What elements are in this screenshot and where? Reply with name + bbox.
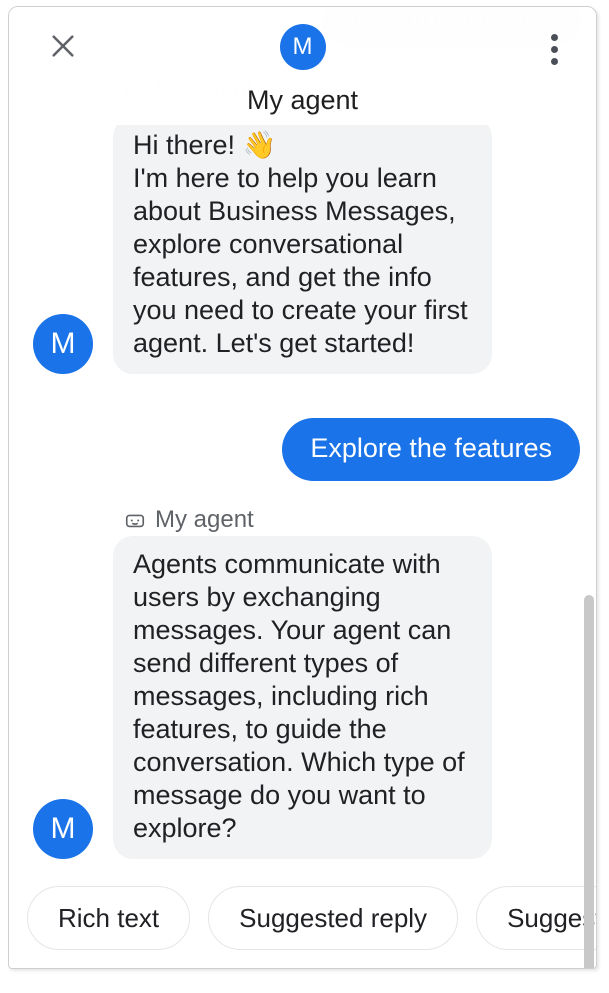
message-row: Explore the features <box>282 418 580 481</box>
more-vert-icon-dot-3 <box>550 57 558 65</box>
close-icon <box>47 30 79 65</box>
agent-message-bubble: Agents communicate with users by exchang… <box>113 536 492 859</box>
chat-window: Return to menu My agent <box>8 6 597 969</box>
header-avatar-initial: M <box>292 33 313 60</box>
robot-icon <box>124 509 146 531</box>
scrollbar[interactable] <box>584 125 596 968</box>
agent-name-label-text: My agent <box>155 506 254 533</box>
user-message-bubble: Explore the features <box>282 418 580 481</box>
suggestion-chip-suggested-action[interactable]: Suggested action <box>476 886 596 950</box>
avatar: M <box>33 314 93 374</box>
agent-message-bubble: Hi there! 👋 I'm here to help you learn a… <box>113 125 492 374</box>
avatar: M <box>33 799 93 859</box>
page-title: My agent <box>246 85 359 115</box>
suggestion-chip-list[interactable]: Rich text Suggested reply Suggested acti… <box>9 880 596 956</box>
more-vert-icon-dot-2 <box>550 45 558 53</box>
header-avatar: M <box>279 24 326 70</box>
agent-name-label: My agent <box>124 506 254 534</box>
more-vert-icon-dot-1 <box>550 33 558 41</box>
message-row: M Agents communicate with users by excha… <box>33 536 492 859</box>
message-list[interactable]: M Hi there! 👋 I'm here to help you learn… <box>9 125 596 880</box>
close-button[interactable] <box>41 25 85 69</box>
message-row: M Hi there! 👋 I'm here to help you learn… <box>33 125 492 374</box>
chat-header: M My agent <box>9 7 596 125</box>
suggestion-chip-rich-text[interactable]: Rich text <box>27 886 191 950</box>
avatar-initial: M <box>50 812 76 845</box>
suggestion-chip-suggested-reply[interactable]: Suggested reply <box>208 886 459 950</box>
more-vert-button[interactable] <box>534 27 574 71</box>
avatar-initial: M <box>50 327 76 360</box>
scrollbar-thumb[interactable] <box>584 595 594 968</box>
